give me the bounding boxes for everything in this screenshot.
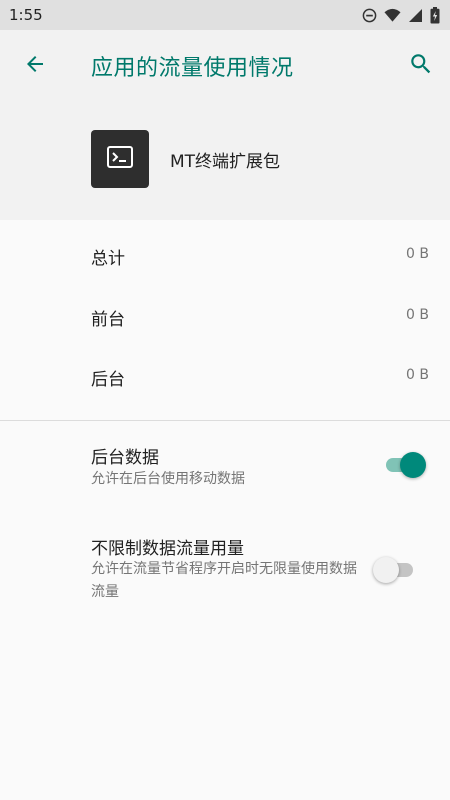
usage-row-total: 总计 0 B	[0, 224, 450, 284]
usage-value: 0 B	[406, 307, 429, 323]
back-button[interactable]	[16, 47, 54, 85]
toggle-thumb	[400, 452, 426, 478]
usage-label: 总计	[91, 249, 125, 269]
usage-value: 0 B	[406, 246, 429, 262]
page-title: 应用的流量使用情况	[91, 56, 294, 81]
setting-summary: 允许在流量节省程序开启时无限量使用数据流量	[91, 561, 357, 600]
background-data-setting[interactable]: 后台数据 允许在后台使用移动数据	[0, 430, 450, 510]
setting-summary: 允许在后台使用移动数据	[91, 471, 245, 487]
toggle-thumb	[373, 557, 399, 583]
arrow-back-icon	[23, 52, 47, 80]
usage-row-background: 后台 0 B	[0, 345, 450, 405]
usage-label: 前台	[91, 310, 125, 330]
app-bar: 应用的流量使用情况	[0, 30, 450, 102]
search-icon	[408, 51, 434, 81]
do-not-disturb-icon	[362, 8, 377, 23]
usage-row-foreground: 前台 0 B	[0, 285, 450, 345]
usage-value: 0 B	[406, 367, 429, 383]
status-icons	[362, 6, 440, 24]
app-header: MT终端扩展包	[0, 102, 450, 220]
signal-icon	[408, 8, 423, 23]
usage-label: 后台	[91, 370, 125, 390]
status-time: 1:55	[9, 6, 43, 24]
divider	[0, 420, 450, 421]
terminal-icon	[107, 146, 133, 172]
status-bar: 1:55	[0, 0, 450, 30]
unrestricted-data-toggle[interactable]	[373, 556, 419, 583]
setting-title: 不限制数据流量用量	[91, 539, 244, 559]
battery-charging-icon	[430, 6, 440, 24]
wifi-icon	[384, 8, 401, 23]
unrestricted-data-setting[interactable]: 不限制数据流量用量 允许在流量节省程序开启时无限量使用数据流量	[0, 520, 450, 620]
search-button[interactable]	[402, 47, 440, 85]
app-icon	[91, 130, 149, 188]
setting-title: 后台数据	[91, 448, 159, 468]
app-name: MT终端扩展包	[170, 152, 281, 172]
background-data-toggle[interactable]	[382, 451, 426, 478]
